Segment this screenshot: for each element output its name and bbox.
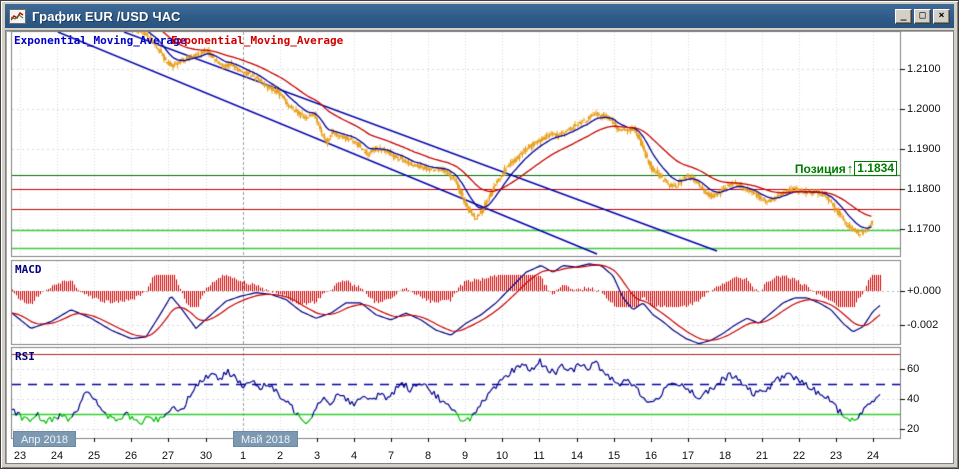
ema-slow-label: Exponential_Moving_Average [171, 34, 344, 47]
date-axis-label: 23 [13, 450, 27, 462]
date-axis-label: 10 [495, 450, 509, 462]
price-axis-label: 1.2100 [907, 63, 941, 75]
rsi-label: RSI [15, 350, 35, 363]
date-axis-label: 21 [755, 450, 769, 462]
date-axis-label: 17 [681, 450, 695, 462]
date-axis-label: 22 [792, 450, 806, 462]
date-axis-label: 14 [570, 450, 584, 462]
date-axis-label: 15 [607, 450, 621, 462]
date-axis-label: 11 [533, 450, 545, 462]
price-axis-label: 1.1700 [907, 223, 941, 235]
date-axis-label: 26 [124, 450, 138, 462]
macd-label: MACD [15, 263, 42, 276]
rsi-axis-label: 40 [907, 393, 920, 405]
date-axis-label: 27 [161, 450, 175, 462]
position-label: Позиция ↑ 1.1834 [795, 161, 897, 176]
month-badge-may: Май 2018 [233, 431, 299, 447]
macd-axis-label: -0.002 [907, 319, 939, 331]
macd-axis-label: +0.000 [907, 285, 941, 297]
date-axis-label: 30 [199, 450, 213, 462]
rsi-axis-label: 60 [907, 363, 920, 375]
date-axis-label: 23 [829, 450, 843, 462]
date-axis-label: 16 [644, 450, 658, 462]
date-axis-label: 1 [239, 450, 247, 462]
price-axis-label: 1.2000 [907, 103, 941, 115]
position-up-arrow-icon: ↑ [846, 161, 854, 176]
date-axis-label: 24 [866, 450, 880, 462]
date-axis-label: 7 [387, 450, 395, 462]
month-badge-april: Апр 2018 [13, 431, 76, 447]
date-axis-label: 3 [313, 450, 321, 462]
date-axis-label: 4 [350, 450, 358, 462]
position-price: 1.1834 [854, 161, 897, 176]
date-axis-label: 9 [461, 450, 469, 462]
date-axis-label: 25 [87, 450, 101, 462]
price-axis-label: 1.1800 [907, 183, 941, 195]
chart-canvas[interactable] [1, 1, 958, 468]
date-axis-label: 8 [424, 450, 432, 462]
ema-fast-label: Exponential_Moving_Average [14, 34, 187, 47]
chart-window: График EUR /USD ЧАС _ □ × Exponential_Mo… [0, 0, 959, 469]
position-text: Позиция [794, 161, 846, 176]
rsi-axis-label: 20 [907, 423, 920, 435]
price-axis-label: 1.1900 [907, 143, 941, 155]
date-axis-label: 18 [718, 450, 732, 462]
date-axis-label: 2 [276, 450, 284, 462]
date-axis-label: 24 [50, 450, 64, 462]
